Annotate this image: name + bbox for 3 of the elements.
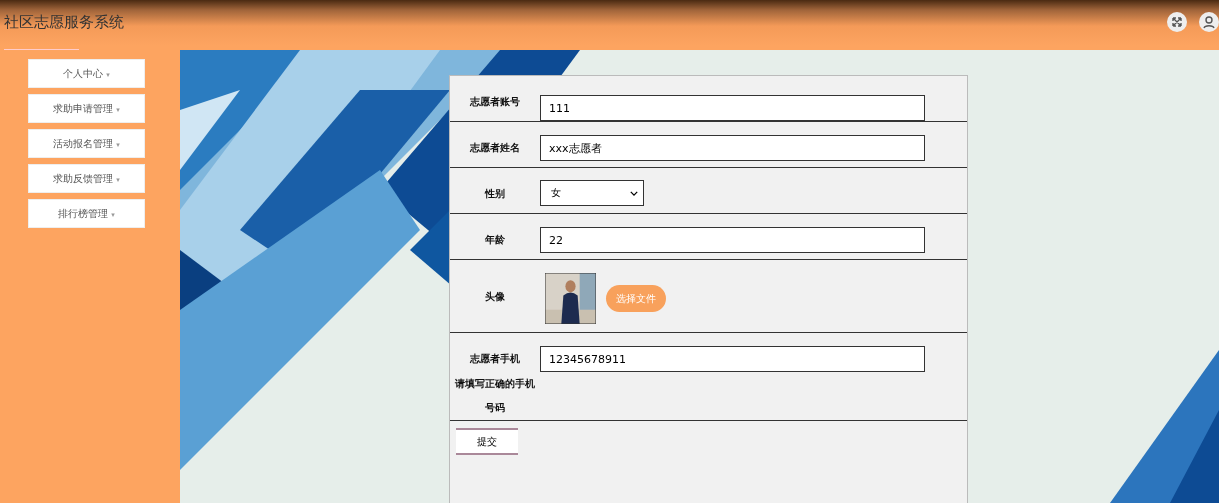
user-icon[interactable] (1199, 12, 1219, 32)
app-title: 社区志愿服务系统 (4, 12, 124, 32)
fullscreen-icon[interactable] (1167, 12, 1187, 32)
